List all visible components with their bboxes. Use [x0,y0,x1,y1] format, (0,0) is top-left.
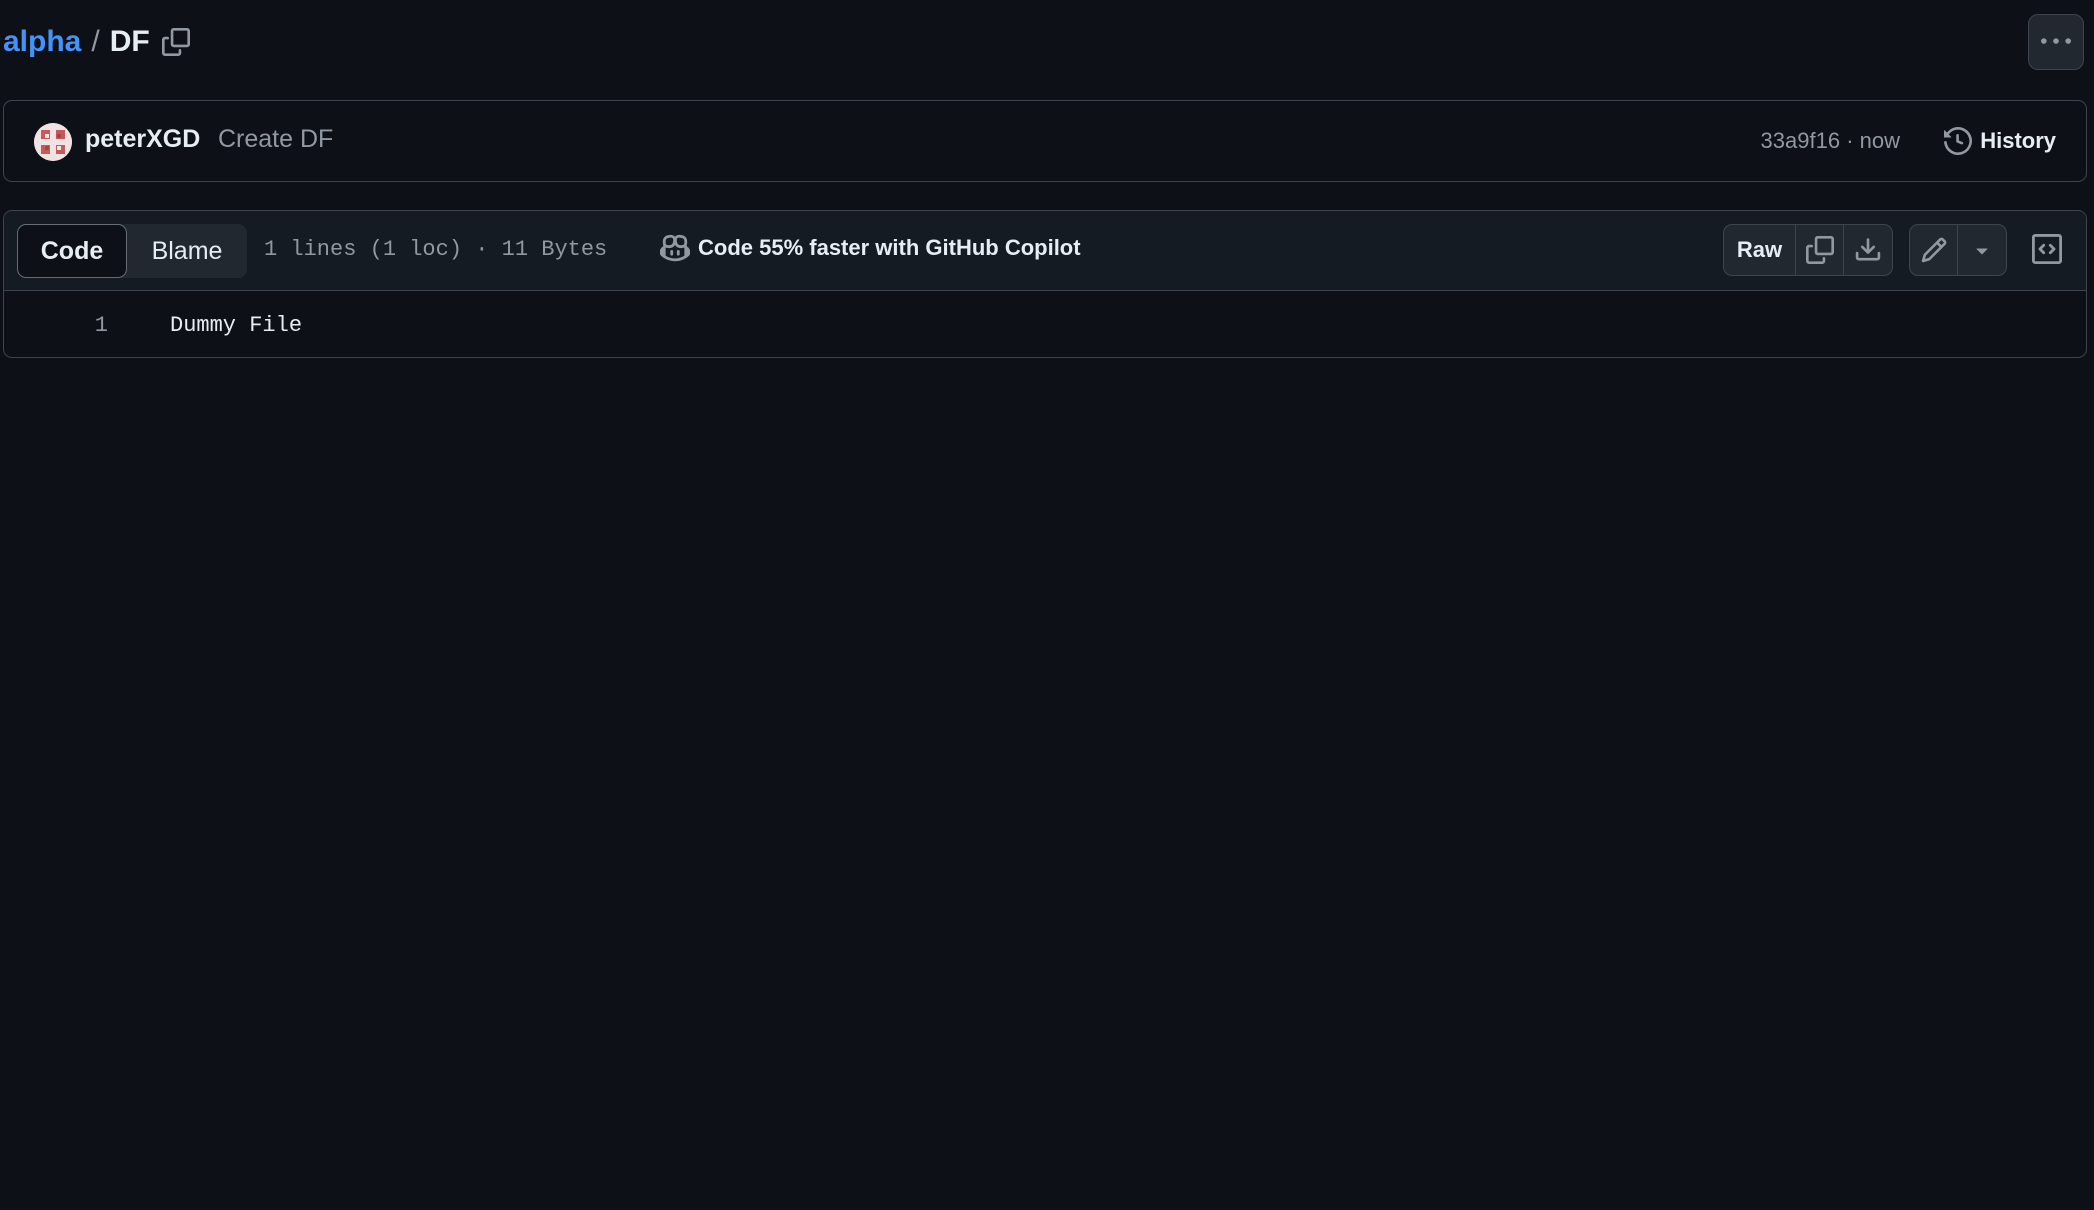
file-info: 1 lines (1 loc) · 11 Bytes [264,237,608,262]
file-viewer: Code Blame 1 lines (1 loc) · 11 Bytes Co… [3,210,2087,358]
avatar[interactable] [34,123,72,161]
code-square-icon [2032,234,2062,264]
copilot-promo-text: Code 55% faster with GitHub Copilot [698,235,1081,260]
raw-actions-group: Raw [1723,224,1893,276]
edit-file-button[interactable] [1910,225,1958,275]
commit-meta: 33a9f16 · now [1761,128,1900,154]
triangle-down-icon [1970,238,1994,262]
copy-icon [1805,236,1834,264]
code-area: 1 Dummy File [4,291,2086,357]
file-header: alpha / DF [0,0,2094,84]
line-number[interactable]: 1 [64,313,108,338]
copy-icon [162,28,190,56]
copy-raw-button[interactable] [1796,225,1844,275]
commit-meta-separator: · [1840,128,1860,153]
edit-dropdown-button[interactable] [1958,225,2006,275]
history-icon [1944,127,1973,155]
kebab-horizontal-icon [2041,27,2071,57]
edit-actions-group [1909,224,2007,276]
file-toolbar: Code Blame 1 lines (1 loc) · 11 Bytes Co… [4,211,2086,291]
download-icon [1854,236,1882,264]
breadcrumb-separator: / [91,25,100,58]
history-label: History [1980,128,2056,153]
commit-sha-link[interactable]: 33a9f16 [1761,128,1841,153]
breadcrumb-repo-link[interactable]: alpha [3,25,81,59]
latest-commit-box: peterXGD Create DF 33a9f16 · now History [3,100,2087,182]
commit-message-link[interactable]: Create DF [218,125,333,154]
tab-code[interactable]: Code [17,224,127,278]
copilot-promo-link[interactable]: Code 55% faster with GitHub Copilot [660,233,1081,263]
download-raw-button[interactable] [1844,225,1892,275]
pencil-icon [1920,236,1948,264]
symbols-panel-button[interactable] [2023,225,2071,273]
commit-time: now [1859,128,1900,153]
commit-author-link[interactable]: peterXGD [85,125,200,154]
raw-button[interactable]: Raw [1724,225,1796,275]
view-mode-toggle: Code Blame [17,224,247,278]
code-line: Dummy File [170,313,303,338]
breadcrumb: alpha / DF [3,22,150,62]
tab-blame[interactable]: Blame [127,224,247,278]
breadcrumb-file-name: DF [109,25,150,58]
copilot-icon [660,233,690,263]
history-button[interactable]: History [1944,119,2056,163]
more-options-button[interactable] [2028,14,2084,70]
copy-path-button[interactable] [156,22,196,62]
